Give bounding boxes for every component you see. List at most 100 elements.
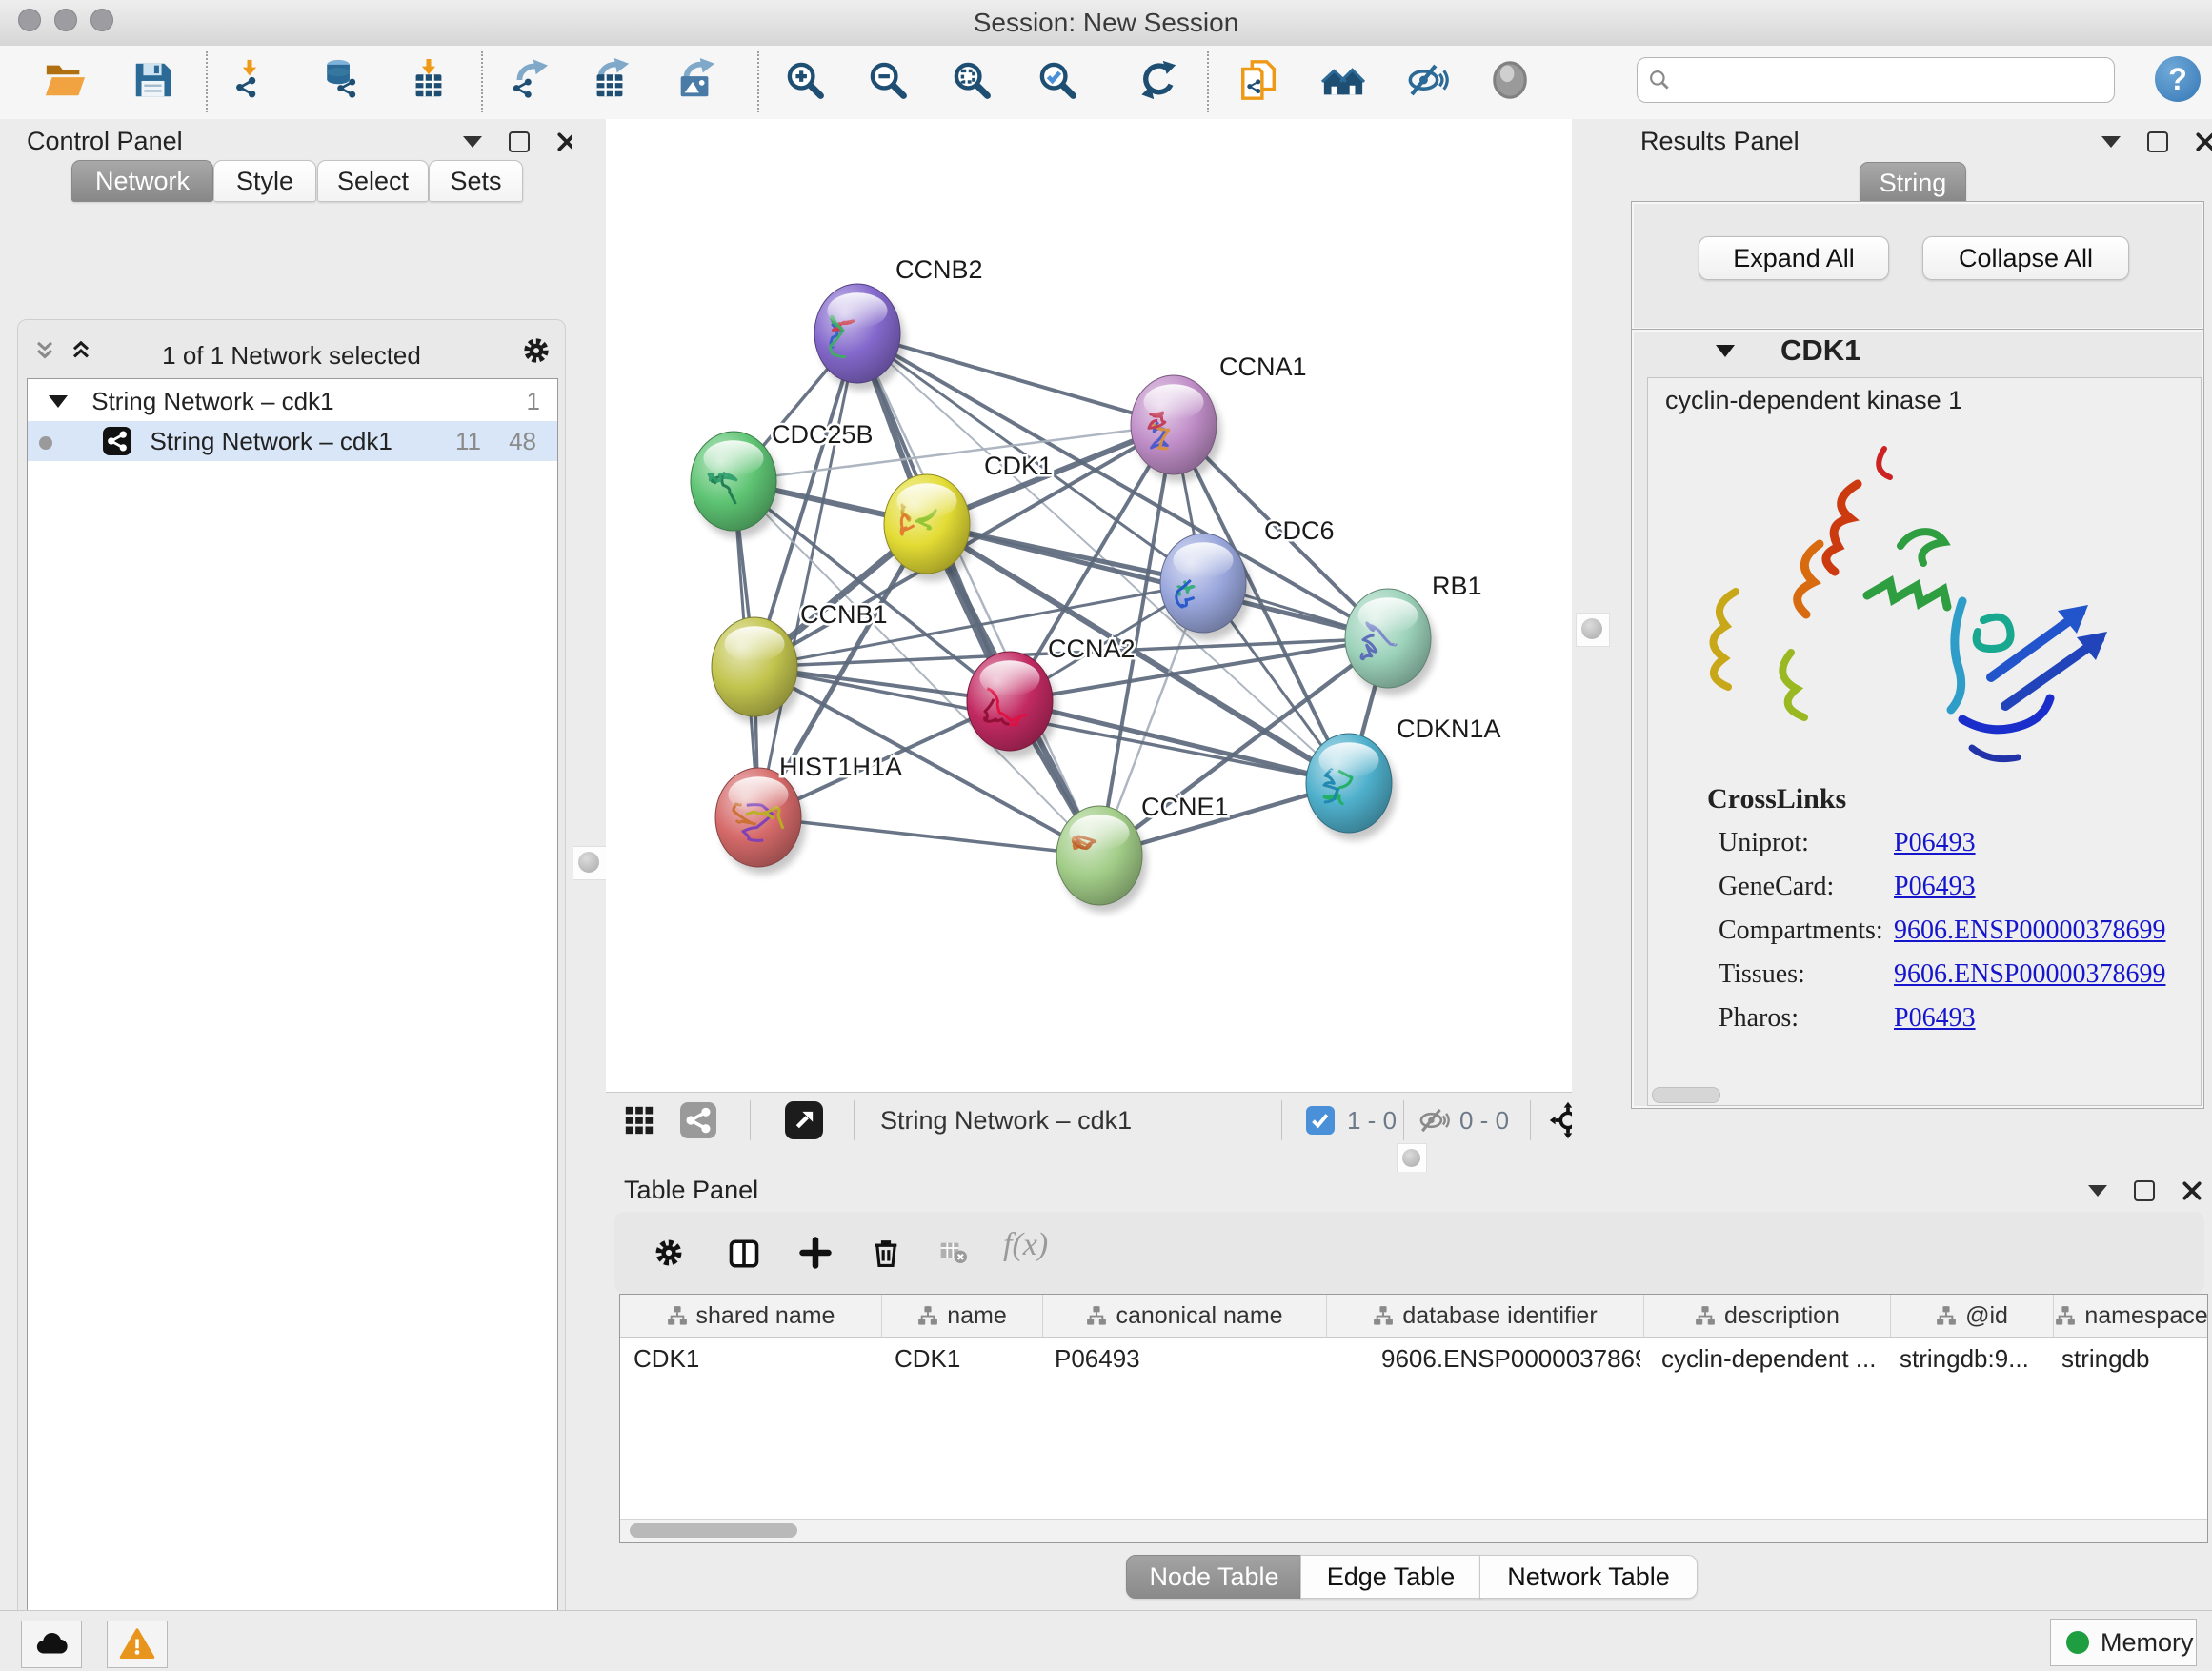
table-row[interactable]: CDK1 CDK1 P06493 9606.ENSP00000378699 cy… <box>620 1338 2207 1379</box>
cell-shared-name[interactable]: CDK1 <box>620 1338 881 1379</box>
delete-column-icon[interactable] <box>870 1237 902 1274</box>
cell-name[interactable]: CDK1 <box>881 1338 1041 1379</box>
crosslink-uniprot-link[interactable]: P06493 <box>1894 828 1976 858</box>
tab-sets[interactable]: Sets <box>429 160 523 202</box>
scrollbar-thumb[interactable] <box>1652 1087 1720 1103</box>
network-share-view-icon[interactable] <box>680 1102 716 1138</box>
splitter-handle[interactable] <box>573 846 607 880</box>
splitter-handle[interactable] <box>1576 613 1610 647</box>
export-table-icon[interactable] <box>588 58 632 102</box>
first-neighbors-icon[interactable] <box>1321 58 1365 102</box>
edge-HIST1H1A-CCNE1[interactable] <box>758 817 1099 856</box>
node-CDKN1A[interactable] <box>1306 734 1397 840</box>
column-header[interactable]: shared name <box>620 1295 882 1337</box>
tab-style[interactable]: Style <box>213 160 316 202</box>
column-header[interactable]: @id <box>1891 1295 2054 1337</box>
column-header[interactable]: name <box>882 1295 1043 1337</box>
table-gear-icon[interactable] <box>653 1237 685 1274</box>
tab-node-table[interactable]: Node Table <box>1126 1555 1302 1599</box>
open-session-icon[interactable] <box>43 58 87 102</box>
memory-button[interactable]: Memory <box>2050 1619 2197 1666</box>
crosslink-compartments-link[interactable]: 9606.ENSP00000378699 <box>1894 916 2165 946</box>
cell-canonical-name[interactable]: P06493 <box>1041 1338 1324 1379</box>
node-CDK1[interactable] <box>884 474 975 581</box>
panel-float-icon[interactable] <box>2134 1180 2155 1201</box>
node-table: shared name name canonical name database… <box>619 1294 2208 1543</box>
zoom-out-icon[interactable] <box>866 58 910 102</box>
panel-close-icon[interactable] <box>2195 131 2212 152</box>
copy-network-icon[interactable] <box>1237 58 1281 102</box>
zoom-in-icon[interactable] <box>783 58 827 102</box>
tab-edge-table[interactable]: Edge Table <box>1300 1555 1481 1599</box>
collapse-all-button[interactable]: Collapse All <box>1922 236 2129 280</box>
panel-collapse-icon[interactable] <box>2088 1185 2107 1197</box>
panel-close-icon[interactable] <box>2182 1180 2202 1201</box>
cell-description[interactable]: cyclin-dependent ... <box>1640 1338 1886 1379</box>
network-label: String Network – cdk1 <box>150 427 392 455</box>
network-collection-row[interactable]: String Network – cdk1 1 <box>28 381 557 421</box>
tab-select[interactable]: Select <box>317 160 429 202</box>
network-row[interactable]: String Network – cdk1 11 48 <box>28 421 557 461</box>
export-image-icon[interactable] <box>674 58 717 102</box>
birdseye-view-icon[interactable] <box>785 1101 823 1139</box>
right-splitter[interactable] <box>1572 119 1629 1147</box>
splitter-handle[interactable] <box>1397 1143 1427 1174</box>
panel-collapse-icon[interactable] <box>463 136 482 148</box>
cell-database-identifier[interactable]: 9606.ENSP00000378699 <box>1324 1338 1640 1379</box>
node-CCNE1[interactable] <box>1056 806 1147 913</box>
tab-network-table[interactable]: Network Table <box>1479 1555 1698 1599</box>
export-network-icon[interactable] <box>507 58 551 102</box>
zoom-selected-icon[interactable] <box>1036 58 1079 102</box>
crosslink-pharos-link[interactable]: P06493 <box>1894 1003 1976 1034</box>
crosslink-tissues-link[interactable]: 9606.ENSP00000378699 <box>1894 959 2165 990</box>
help-icon[interactable]: ? <box>2155 56 2201 102</box>
level-of-detail-icon[interactable] <box>1488 58 1532 102</box>
tab-string[interactable]: String <box>1860 162 1966 204</box>
save-session-icon[interactable] <box>131 58 174 102</box>
show-columns-icon[interactable] <box>727 1237 761 1276</box>
import-table-icon[interactable] <box>407 58 451 102</box>
node-CCNA2[interactable] <box>967 652 1057 758</box>
cell-namespace[interactable]: stringdb <box>2048 1338 2203 1379</box>
entry-collapse-icon[interactable] <box>1716 345 1735 357</box>
delete-table-icon[interactable] <box>938 1237 969 1272</box>
node-RB1[interactable] <box>1345 589 1436 695</box>
refresh-icon[interactable] <box>1136 58 1180 102</box>
add-column-icon[interactable] <box>799 1237 832 1274</box>
column-header[interactable]: canonical name <box>1043 1295 1327 1337</box>
grid-view-icon[interactable] <box>623 1104 655 1141</box>
import-network-icon[interactable] <box>228 58 271 102</box>
panel-float-icon[interactable] <box>2147 131 2168 152</box>
scrollbar-thumb[interactable] <box>630 1523 797 1538</box>
network-graph[interactable]: CCNB2CCNA1CDC25BCDK1CDC6RB1CCNB1CCNA2CDK… <box>606 119 1572 1092</box>
selected-checkbox-icon[interactable] <box>1306 1106 1335 1135</box>
cell-id[interactable]: stringdb:9... <box>1886 1338 2048 1379</box>
import-network-from-database-icon[interactable] <box>318 58 362 102</box>
column-header[interactable]: namespace <box>2054 1295 2209 1337</box>
show-hide-graphics-icon[interactable] <box>1405 58 1449 102</box>
cloud-icon[interactable] <box>21 1621 82 1668</box>
edge-CCNB2-HIST1H1A[interactable] <box>758 333 857 817</box>
warning-icon[interactable] <box>107 1621 168 1668</box>
panel-float-icon[interactable] <box>509 131 530 152</box>
node-HIST1H1A[interactable] <box>715 768 806 875</box>
search-input[interactable] <box>1679 60 2102 98</box>
column-header[interactable]: database identifier <box>1327 1295 1644 1337</box>
edge-CCNB2-CCNA1[interactable] <box>857 333 1174 425</box>
expand-all-button[interactable]: Expand All <box>1699 236 1889 280</box>
crosslink-genecard-link[interactable]: P06493 <box>1894 872 1976 902</box>
hidden-eye-icon[interactable] <box>1418 1105 1450 1140</box>
left-splitter[interactable] <box>572 119 606 1610</box>
function-builder-icon[interactable]: f(x) <box>1003 1227 1048 1263</box>
tab-network[interactable]: Network <box>71 160 213 202</box>
node-CCNB1[interactable] <box>712 617 802 724</box>
collection-expand-icon[interactable] <box>49 395 68 408</box>
node-CCNB2[interactable] <box>814 284 905 391</box>
zoom-fit-icon[interactable] <box>950 58 994 102</box>
horizontal-scrollbar[interactable] <box>620 1519 2207 1542</box>
gear-icon[interactable] <box>521 335 552 371</box>
node-CCNA1[interactable] <box>1131 375 1221 482</box>
node-CDC25B[interactable] <box>691 432 781 538</box>
panel-collapse-icon[interactable] <box>2101 136 2121 148</box>
column-header[interactable]: description <box>1644 1295 1891 1337</box>
